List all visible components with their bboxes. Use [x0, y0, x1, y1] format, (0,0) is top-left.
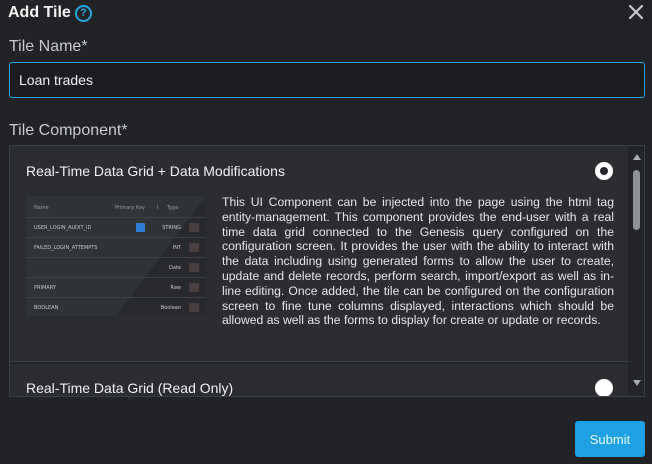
- preview-checkbox-checked: [136, 223, 145, 232]
- preview-delete-icon: [189, 243, 199, 252]
- component-description: This UI Component can be injected into t…: [222, 195, 614, 328]
- scrollbar-thumb[interactable]: [633, 170, 640, 230]
- preview-cell-name: FAILED_LOGIN_ATTEMPTS: [34, 245, 98, 251]
- preview-cell-name: USER_LOGIN_AUDIT_ID: [34, 225, 92, 231]
- component-radio[interactable]: [595, 379, 613, 396]
- preview-header-divider: I: [157, 205, 159, 211]
- close-icon[interactable]: [626, 2, 646, 22]
- preview-header-primary-key: Primary Key: [115, 205, 145, 211]
- component-preview-image: Name Primary Key I Type USER_LOGIN_AUDIT…: [26, 196, 206, 316]
- component-radio-selected[interactable]: [595, 162, 613, 180]
- preview-header-type: Type: [167, 205, 179, 211]
- preview-delete-icon: [189, 223, 199, 232]
- scrollbar[interactable]: [629, 146, 644, 396]
- preview-delete-icon: [189, 283, 199, 292]
- question-circle-icon[interactable]: ?: [74, 4, 92, 22]
- dialog-header: Add Tile ?: [8, 0, 652, 26]
- submit-button[interactable]: Submit: [575, 421, 645, 457]
- preview-header-name: Name: [34, 205, 49, 211]
- preview-row: Date: [26, 258, 206, 278]
- component-option-title: Real-Time Data Grid (Read Only): [26, 380, 234, 396]
- preview-row: USER_LOGIN_AUDIT_ID STRING: [26, 218, 206, 238]
- preview-cell-type: STRING: [162, 225, 181, 231]
- scroll-down-arrow-icon[interactable]: [633, 380, 641, 386]
- preview-header-row: Name Primary Key I Type: [26, 198, 206, 218]
- preview-row: FAILED_LOGIN_ATTEMPTS INT: [26, 238, 206, 258]
- preview-delete-icon: [189, 263, 199, 272]
- tile-name-label: Tile Name*: [9, 38, 88, 55]
- preview-row: BOOLEAN Boolean: [26, 298, 206, 316]
- tile-name-input[interactable]: [9, 62, 645, 98]
- preview-cell-name: PRIMARY: [34, 285, 56, 291]
- component-option-entity-management[interactable]: Real-Time Data Grid + Data Modifications…: [10, 146, 628, 362]
- tile-component-list: Real-Time Data Grid + Data Modifications…: [9, 145, 645, 397]
- preview-cell-name: BOOLEAN: [34, 305, 59, 311]
- scroll-up-arrow-icon[interactable]: [633, 154, 641, 160]
- dialog-title: Add Tile: [8, 4, 71, 21]
- preview-cell-type: INT: [172, 245, 181, 251]
- component-option-read-only-grid[interactable]: Real-Time Data Grid (Read Only): [10, 364, 628, 396]
- preview-cell-type: Boolean: [160, 305, 181, 311]
- component-option-title: Real-Time Data Grid + Data Modifications: [26, 163, 285, 179]
- preview-row: PRIMARY Raw: [26, 278, 206, 298]
- preview-cell-type: Date: [169, 265, 181, 271]
- preview-delete-icon: [189, 303, 199, 312]
- tile-component-label: Tile Component*: [9, 122, 128, 139]
- preview-cell-type: Raw: [170, 285, 181, 291]
